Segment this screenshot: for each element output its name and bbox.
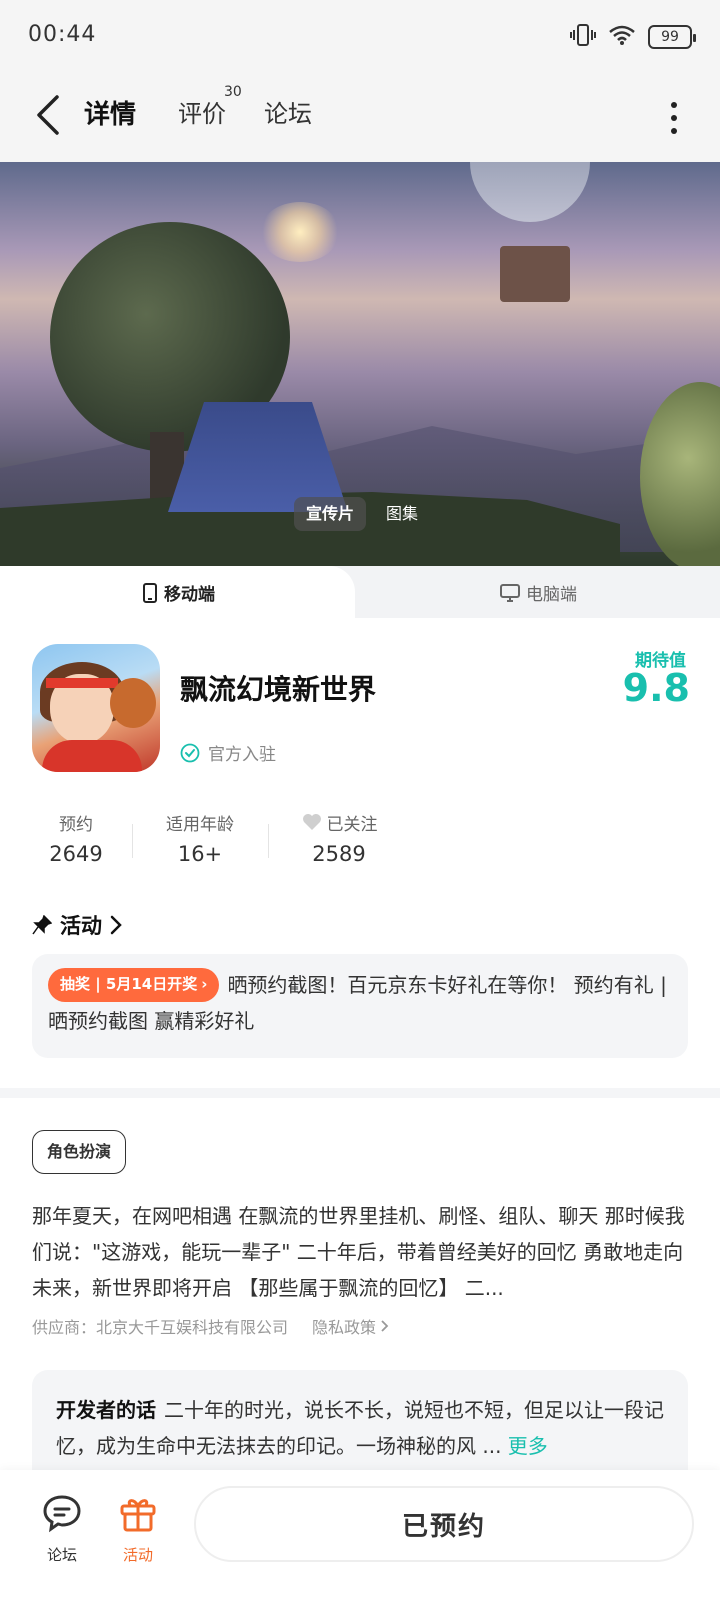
stat-value: 2649 xyxy=(49,842,103,866)
tab-details-label: 详情 xyxy=(84,100,137,130)
stat-reservations: 预约 2649 xyxy=(36,808,116,867)
status-time: 00:44 xyxy=(28,22,97,47)
platform-tab-pc[interactable]: 电脑端 xyxy=(500,580,577,605)
privacy-policy-link[interactable]: 隐私政策 xyxy=(312,1314,389,1338)
official-badge: 官方入驻 xyxy=(180,740,276,765)
hero-sun xyxy=(260,202,340,262)
privacy-policy-label: 隐私政策 xyxy=(312,1318,377,1337)
icon-shirt xyxy=(42,740,142,772)
lottery-badge: 抽奖 | 5月14日开奖 › xyxy=(48,967,220,1002)
stat-divider xyxy=(132,824,133,858)
stat-label-row: 已关注 xyxy=(294,808,384,836)
developer-note-text: 开发者的话 二十年的时光，说长不长，说短也不短，但足以让一段记忆，成为生命中无法抹… xyxy=(56,1392,664,1464)
heart-icon xyxy=(302,814,321,830)
dot xyxy=(671,115,677,121)
game-title: 飘流幻境新世界 xyxy=(180,673,377,706)
stat-followers[interactable]: 已关注 2589 xyxy=(294,808,384,866)
stat-label: 适用年龄 xyxy=(166,814,234,835)
activity-card[interactable]: 抽奖 | 5月14日开奖 › 晒预约截图！百元京东卡好礼在等你！ 预约有礼 | 晒预… xyxy=(32,954,688,1058)
reserved-button[interactable]: 已预约 xyxy=(194,1486,694,1562)
bottom-forum-button[interactable]: 论坛 xyxy=(32,1492,92,1565)
developer-note-title: 开发者的话 xyxy=(56,1398,156,1422)
activity-title-label: 活动 xyxy=(60,914,102,938)
section-divider xyxy=(0,1088,720,1098)
bottom-activity-button[interactable]: 活动 xyxy=(108,1492,168,1565)
developer-note-card: 开发者的话 二十年的时光，说长不长，说短也不短，但足以让一段记忆，成为生命中无法抹… xyxy=(32,1370,688,1482)
lottery-badge-label: 抽奖 | 5月14日开奖 xyxy=(60,975,198,993)
tab-forum[interactable]: 论坛 xyxy=(264,94,312,129)
activity-text-block: 抽奖 | 5月14日开奖 › 晒预约截图！百元京东卡好礼在等你！ 预约有礼 | 晒预… xyxy=(48,967,672,1039)
tab-forum-label: 论坛 xyxy=(264,100,312,128)
tab-reviews-label: 评价 xyxy=(178,100,226,128)
stat-divider xyxy=(268,824,269,858)
wifi-icon xyxy=(608,24,636,50)
gift-icon xyxy=(120,1499,156,1532)
genre-tag[interactable]: 角色扮演 xyxy=(32,1130,127,1174)
stat-value: 2589 xyxy=(312,842,366,866)
bottom-activity-label: 活动 xyxy=(122,1546,153,1564)
tab-reviews[interactable]: 评价 30 xyxy=(178,84,242,129)
platform-mobile-label: 移动端 xyxy=(164,585,215,605)
hero-balloon-basket xyxy=(500,246,570,302)
bottom-forum-label: 论坛 xyxy=(46,1546,77,1564)
icon-monkey xyxy=(110,678,156,728)
stat-age-rating: 适用年龄 16+ xyxy=(156,808,244,867)
provider-label: 供应商：北京大千互娱科技有限公司 xyxy=(32,1318,289,1337)
chevron-right-icon xyxy=(110,915,122,935)
platform-tab-mobile[interactable]: 移动端 xyxy=(142,580,215,605)
chevron-left-icon xyxy=(37,95,59,135)
hero-media-tabs: 宣传片 图集 xyxy=(294,497,430,531)
official-label: 官方入驻 xyxy=(208,745,276,765)
hero-tab-trailer[interactable]: 宣传片 xyxy=(294,497,367,531)
verified-check-icon xyxy=(180,743,200,762)
platform-pc-label: 电脑端 xyxy=(526,585,577,605)
review-count: 30 xyxy=(224,84,242,100)
pin-icon xyxy=(32,915,52,935)
stat-value: 16+ xyxy=(177,842,223,866)
hero-tab-gallery[interactable]: 图集 xyxy=(374,497,430,531)
back-button[interactable] xyxy=(28,90,68,140)
vibrate-icon xyxy=(570,22,596,52)
chevron-right-icon: › xyxy=(201,975,208,993)
icon-headband xyxy=(46,678,118,688)
hero-balloon xyxy=(470,162,590,222)
status-icons: 99 xyxy=(570,22,696,52)
provider-row: 供应商：北京大千互娱科技有限公司 隐私政策 xyxy=(32,1314,389,1338)
platform-tabs: 移动端 电脑端 xyxy=(0,566,720,618)
developer-note-more-link[interactable]: 更多 xyxy=(508,1434,548,1458)
stat-label: 已关注 xyxy=(326,814,378,835)
battery-level: 99 xyxy=(661,29,679,45)
chevron-right-icon xyxy=(381,1320,389,1332)
tab-details[interactable]: 详情 xyxy=(80,94,141,131)
status-bar: 00:44 99 xyxy=(0,0,720,76)
activity-section-title[interactable]: 活动 xyxy=(32,910,122,940)
top-nav: 详情 评价 30 论坛 xyxy=(0,76,720,162)
dot xyxy=(671,102,677,108)
game-app-icon xyxy=(32,644,160,772)
game-description[interactable]: 那年夏天，在网吧相遇 在飘流的世界里挂机、刷怪、组队、聊天 那时候我们说："这游… xyxy=(32,1198,688,1306)
chat-bubble-icon xyxy=(43,1495,81,1533)
dot xyxy=(671,128,677,134)
phone-icon xyxy=(143,582,157,603)
hero-banner[interactable]: 宣传片 图集 xyxy=(0,162,720,566)
battery-icon: 99 xyxy=(648,25,696,49)
monitor-icon xyxy=(500,583,520,602)
stat-label: 预约 xyxy=(59,814,93,835)
expectation-score: 9.8 xyxy=(622,666,690,710)
bottom-action-bar: 论坛 活动 已预约 xyxy=(0,1470,720,1612)
more-options-button[interactable] xyxy=(664,98,684,138)
